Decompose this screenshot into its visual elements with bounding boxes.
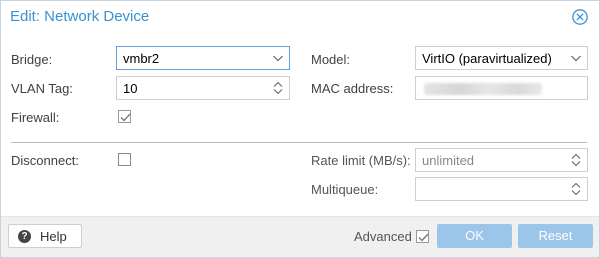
vlan-tag-value: 10	[123, 81, 138, 96]
question-circle-icon: ?	[18, 230, 31, 243]
checkmark-icon	[418, 233, 429, 242]
dialog-title: Edit: Network Device	[10, 8, 150, 25]
advanced-divider	[11, 142, 587, 143]
reset-button[interactable]: Reset	[518, 224, 593, 248]
mac-address-value-redacted	[424, 83, 542, 95]
model-select[interactable]: VirtIO (paravirtualized)	[415, 46, 588, 70]
model-label: Model:	[311, 52, 351, 67]
disconnect-checkbox[interactable]	[118, 153, 131, 166]
disconnect-label: Disconnect:	[11, 153, 79, 168]
close-icon[interactable]	[571, 8, 589, 26]
rate-limit-placeholder: unlimited	[422, 153, 475, 168]
advanced-checkbox[interactable]	[416, 230, 429, 243]
multiqueue-spinner[interactable]	[415, 177, 588, 201]
chevron-down-icon[interactable]	[271, 50, 285, 66]
spinner-arrows-icon[interactable]	[569, 152, 583, 168]
bridge-value: vmbr2	[123, 51, 160, 66]
help-button-label: Help	[40, 229, 67, 244]
dialog-body: Bridge: vmbr2 VLAN Tag: 10 Firewall: Mod…	[1, 34, 599, 216]
rate-limit-spinner[interactable]: unlimited	[415, 148, 588, 172]
chevron-down-icon[interactable]	[569, 50, 583, 66]
vlan-tag-spinner[interactable]: 10	[116, 76, 290, 100]
bridge-label: Bridge:	[11, 52, 53, 67]
advanced-label: Advanced	[354, 229, 412, 244]
spinner-arrows-icon[interactable]	[569, 181, 583, 197]
bridge-select[interactable]: vmbr2	[116, 46, 290, 70]
rate-limit-label: Rate limit (MB/s):	[311, 153, 411, 168]
spinner-arrows-icon[interactable]	[271, 80, 285, 96]
ok-button[interactable]: OK	[437, 224, 512, 248]
firewall-checkbox[interactable]	[118, 110, 131, 123]
help-button[interactable]: ? Help	[8, 224, 82, 248]
mac-address-label: MAC address:	[311, 81, 394, 96]
multiqueue-label: Multiqueue:	[311, 182, 379, 197]
checkmark-icon	[120, 113, 131, 122]
vlan-tag-label: VLAN Tag:	[11, 81, 73, 96]
dialog-footer: ? Help Advanced OK Reset	[1, 216, 599, 257]
dialog-titlebar: Edit: Network Device	[1, 1, 599, 33]
edit-network-device-dialog: Edit: Network Device Bridge: vmbr2 VLAN …	[0, 0, 600, 258]
mac-address-field[interactable]	[415, 76, 588, 100]
model-value: VirtIO (paravirtualized)	[422, 51, 552, 66]
firewall-label: Firewall:	[11, 110, 60, 125]
